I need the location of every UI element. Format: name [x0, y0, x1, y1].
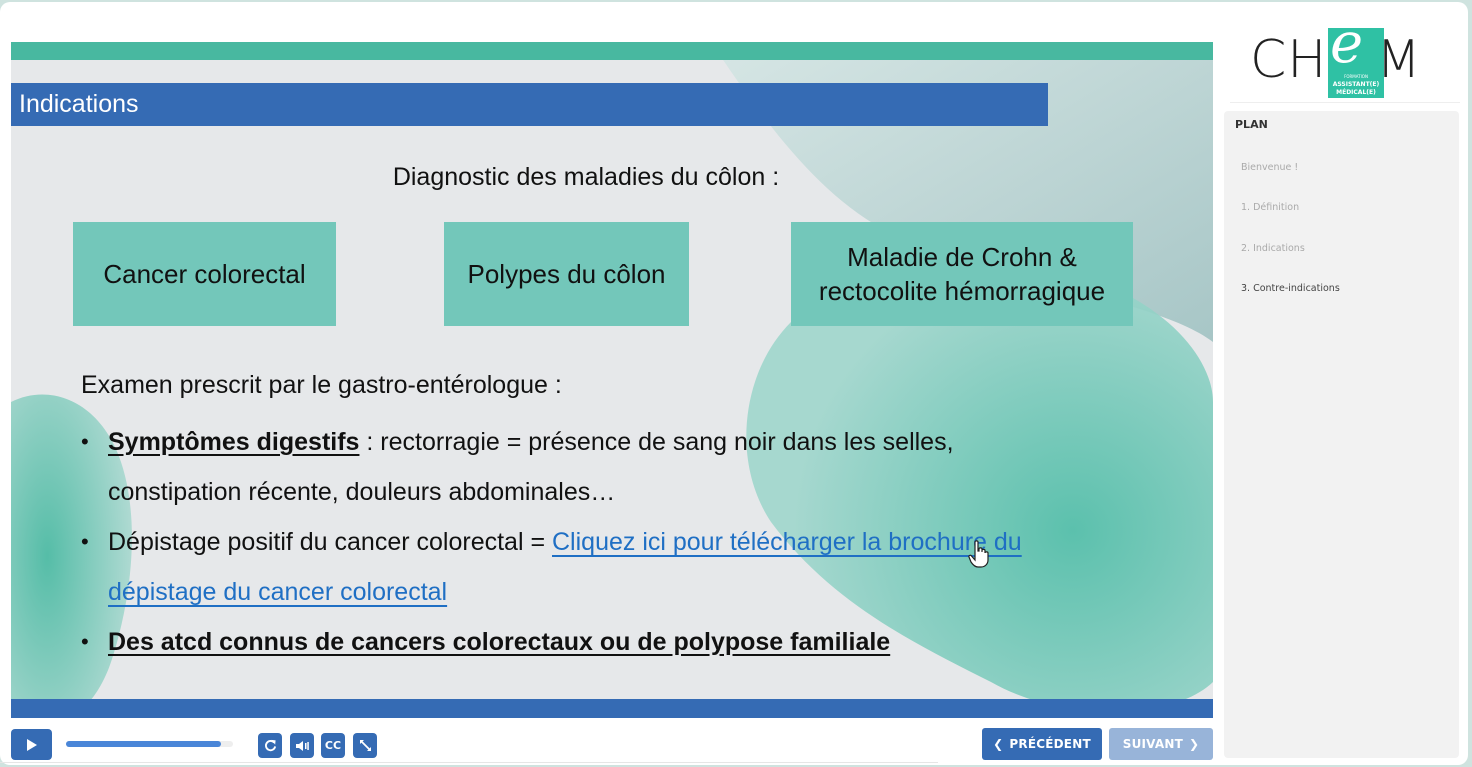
- box-polypes-colon: Polypes du côlon: [444, 222, 689, 326]
- intro-text: Examen prescrit par le gastro-entérologu…: [81, 371, 562, 399]
- divider: [0, 762, 938, 763]
- previous-label: PRÉCÉDENT: [1009, 737, 1091, 751]
- plan-item-definition[interactable]: 1. Définition: [1241, 202, 1299, 213]
- cc-label: CC: [324, 739, 342, 752]
- bullet-symptoms-text: : rectorragie = présence de sang noir da…: [359, 428, 954, 456]
- box-label-line1: Maladie de Crohn &: [847, 242, 1077, 272]
- link-line2[interactable]: dépistage du cancer colorectal: [108, 578, 447, 606]
- volume-icon: [295, 740, 309, 751]
- bullet-list: Symptômes digestifs : rectorragie = prés…: [81, 417, 1181, 667]
- progress-bar[interactable]: [66, 741, 233, 747]
- chem-logo: CH e FORMATION ASSISTANT(E) MÉDICAL(E) M: [1244, 14, 1434, 102]
- bullet-symptoms-title: Symptômes digestifs: [108, 428, 360, 456]
- slide: Indications Diagnostic des maladies du c…: [11, 42, 1213, 718]
- link-line1[interactable]: Cliquez ici pour télécharger la brochure…: [552, 528, 1022, 556]
- plan-title: PLAN: [1235, 118, 1268, 131]
- box-label-line2: rectocolite hémorragique: [818, 276, 1106, 306]
- captions-button[interactable]: CC: [321, 733, 345, 758]
- fullscreen-button[interactable]: [353, 733, 377, 758]
- chevron-left-icon: ❮: [993, 737, 1004, 751]
- plan-item-indications[interactable]: 2. Indications: [1241, 243, 1305, 254]
- bullet-screening: Dépistage positif du cancer colorectal =…: [81, 517, 1181, 617]
- bullet-screening-text: Dépistage positif du cancer colorectal =: [108, 528, 552, 556]
- box-label: Cancer colorectal: [103, 259, 306, 289]
- play-button[interactable]: [11, 729, 52, 760]
- slide-body: Examen prescrit par le gastro-entérologu…: [81, 368, 1181, 667]
- replay-icon: [264, 739, 276, 752]
- box-label: Polypes du côlon: [467, 259, 666, 289]
- bullet-family-history: Des atcd connus de cancers colorectaux o…: [81, 617, 1181, 667]
- bullet-symptoms-cont: constipation récente, douleurs abdominal…: [108, 478, 616, 506]
- logo-e: e: [1330, 11, 1364, 76]
- plan-panel: PLAN Bienvenue ! 1. Définition 2. Indica…: [1224, 111, 1459, 758]
- bullet-symptoms: Symptômes digestifs : rectorragie = prés…: [81, 417, 1181, 517]
- box-cancer-colorectal: Cancer colorectal: [73, 222, 336, 326]
- volume-button[interactable]: [290, 733, 314, 758]
- next-button[interactable]: SUIVANT ❯: [1109, 728, 1213, 760]
- slide-bottom-bar: [11, 699, 1213, 718]
- bullet-family-history-text: Des atcd connus de cancers colorectaux o…: [108, 628, 891, 656]
- progress-fill: [66, 741, 222, 747]
- slide-subtitle: Diagnostic des maladies du côlon :: [392, 163, 780, 191]
- play-icon: [26, 738, 37, 751]
- fullscreen-icon: [359, 740, 371, 751]
- plan-item-bienvenue[interactable]: Bienvenue !: [1241, 162, 1298, 173]
- box-crohn-rch: Maladie de Crohn & rectocolite hémorragi…: [791, 222, 1133, 326]
- chevron-right-icon: ❯: [1188, 737, 1200, 751]
- next-label: SUIVANT: [1122, 737, 1183, 751]
- slide-top-bar: [11, 42, 1213, 60]
- hand-cursor-icon: [968, 540, 989, 568]
- replay-button[interactable]: [258, 733, 282, 758]
- course-player: Indications Diagnostic des maladies du c…: [0, 2, 1468, 765]
- previous-button[interactable]: ❮ PRÉCÉDENT: [982, 728, 1102, 760]
- logo-sub3: MÉDICAL(E): [1336, 89, 1376, 96]
- logo-text-right: M: [1376, 30, 1422, 90]
- plan-item-contre-indications[interactable]: 3. Contre-indications: [1241, 283, 1340, 294]
- logo-divider: [1230, 102, 1460, 103]
- logo-text-left: CH: [1250, 30, 1328, 90]
- slide-title: Indications: [11, 83, 1048, 126]
